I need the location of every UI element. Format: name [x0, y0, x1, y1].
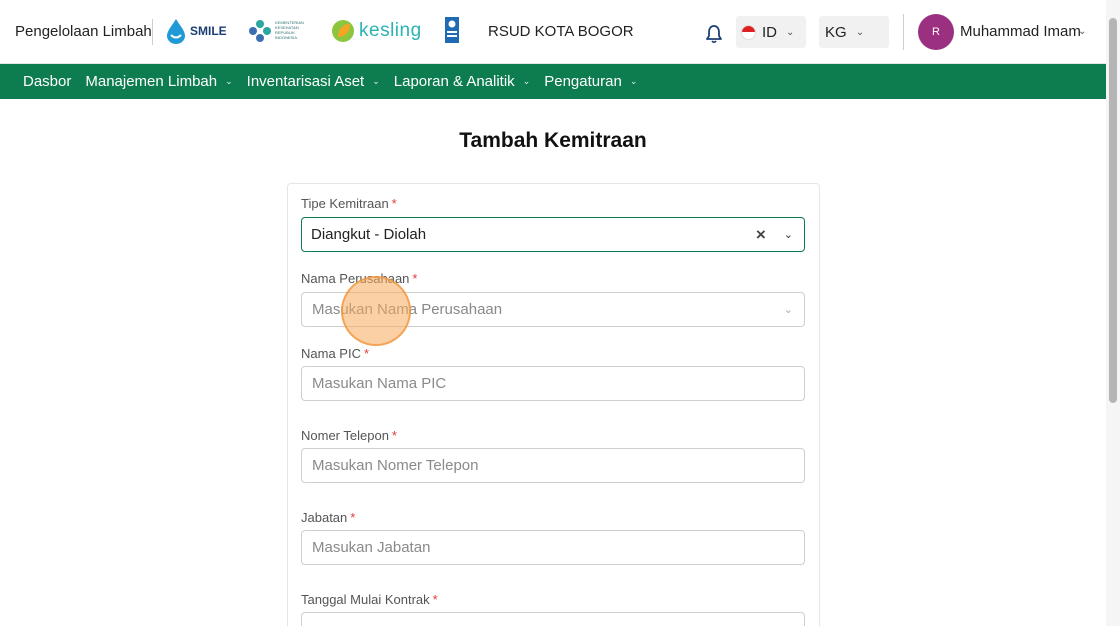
required-mark: *	[432, 592, 438, 607]
field-label-text: Tipe Kemitraan	[301, 196, 389, 211]
unit-value: KG	[825, 23, 847, 41]
required-mark: *	[391, 196, 397, 211]
avatar[interactable]: R	[918, 14, 954, 50]
tipe-kemitraan-label: Tipe Kemitraan *	[301, 196, 397, 211]
nav-item-label: Inventarisasi Aset	[246, 73, 365, 90]
nav-item-label: Pengaturan	[544, 73, 622, 90]
chevron-down-icon: ⌄	[855, 26, 865, 38]
nama-pic-input[interactable]: Masukan Nama PIC	[301, 366, 805, 401]
tanggal-mulai-kontrak-label: Tanggal Mulai Kontrak *	[301, 592, 438, 607]
tipe-kemitraan-value: Diangkut - Diolah	[311, 226, 427, 243]
jabatan-label: Jabatan *	[301, 510, 355, 525]
field-label-text: Tanggal Mulai Kontrak	[301, 592, 430, 607]
nama-perusahaan-label: Nama Perusahaan *	[301, 271, 417, 286]
tipe-kemitraan-select[interactable]: Diangkut - Diolah × ⌄	[301, 217, 805, 252]
language-value: ID	[762, 23, 777, 41]
undp-emblem-icon	[445, 17, 459, 43]
chevron-down-icon: ⌄	[522, 76, 531, 86]
kemkes-logo: Kementerian Kesehatan Republik Indonesia	[248, 19, 305, 43]
chevron-down-icon: ⌄	[629, 76, 638, 86]
nav-item-label: Manajemen Limbah	[85, 73, 218, 90]
user-menu-chevron-icon[interactable]: ⌄	[1078, 26, 1086, 37]
field-label-text: Nomer Telepon	[301, 428, 389, 443]
language-selector[interactable]: ID ⌄	[736, 16, 806, 48]
nav-item-label: Laporan & Analitik	[393, 73, 515, 90]
kesling-logo: kesling	[331, 18, 422, 44]
app-brand[interactable]: Pengelolaan Limbah	[15, 23, 152, 40]
nama-pic-placeholder: Masukan Nama PIC	[312, 375, 447, 392]
notification-bell-icon[interactable]	[705, 24, 723, 44]
smile-drop-icon	[167, 19, 185, 44]
top-header: Pengelolaan Limbah SMILE Kementerian Kes…	[0, 0, 1106, 64]
unit-selector[interactable]: KG ⌄	[819, 16, 889, 48]
smile-logo: SMILE	[165, 18, 227, 44]
chevron-down-icon[interactable]: ⌄	[784, 303, 793, 316]
nav-item-inventarisasi-aset[interactable]: Inventarisasi Aset ⌄	[247, 73, 380, 90]
header-divider	[152, 19, 153, 45]
nama-pic-label: Nama PIC *	[301, 346, 369, 361]
main-navigation: Dasbor Manajemen Limbah ⌄ Inventarisasi …	[0, 64, 1106, 99]
nomer-telepon-input[interactable]: Masukan Nomer Telepon	[301, 448, 805, 483]
required-mark: *	[350, 510, 356, 525]
header-divider	[903, 14, 904, 50]
nav-item-laporan-analitik[interactable]: Laporan & Analitik ⌄	[394, 73, 530, 90]
chevron-down-icon: ⌄	[786, 26, 795, 38]
chevron-down-icon: ⌄	[225, 76, 233, 86]
jabatan-placeholder: Masukan Jabatan	[312, 539, 431, 556]
clear-icon[interactable]: ×	[756, 225, 766, 245]
nomer-telepon-label: Nomer Telepon *	[301, 428, 397, 443]
jabatan-input[interactable]: Masukan Jabatan	[301, 530, 805, 565]
nomer-telepon-placeholder: Masukan Nomer Telepon	[312, 457, 479, 474]
required-mark: *	[412, 271, 418, 286]
user-name[interactable]: Muhammad Imam	[960, 23, 1081, 40]
nav-item-manajemen-limbah[interactable]: Manajemen Limbah ⌄	[85, 73, 232, 90]
kesling-logo-text: kesling	[359, 20, 422, 41]
undp-logo	[445, 17, 459, 43]
kemkes-logo-text: Kementerian Kesehatan Republik Indonesia	[275, 20, 304, 40]
tanggal-mulai-kontrak-input[interactable]	[301, 612, 805, 626]
kemkes-emblem-icon	[249, 20, 271, 42]
nama-perusahaan-placeholder: Masukan Nama Perusahaan	[312, 301, 503, 318]
nav-item-pengaturan[interactable]: Pengaturan ⌄	[544, 73, 637, 90]
field-label-text: Jabatan	[301, 510, 348, 525]
required-mark: *	[363, 346, 370, 361]
kesling-leaf-icon	[332, 20, 354, 42]
page-scrollbar-thumb[interactable]	[1109, 18, 1117, 403]
chevron-down-icon[interactable]: ⌄	[784, 228, 793, 241]
nav-item-label: Dasbor	[23, 73, 72, 90]
smile-logo-text: SMILE	[190, 24, 227, 38]
chevron-down-icon: ⌄	[372, 76, 380, 86]
field-label-text: Nama Perusahaan	[301, 271, 410, 286]
nav-item-dasbor[interactable]: Dasbor	[23, 73, 71, 90]
required-mark: *	[391, 428, 397, 443]
indonesia-flag-icon	[741, 24, 756, 40]
nama-perusahaan-select[interactable]: Masukan Nama Perusahaan ⌄	[301, 292, 805, 327]
page-title: Tambah Kemitraan	[459, 129, 647, 152]
hospital-name: RSUD KOTA BOGOR	[488, 23, 634, 40]
field-label-text: Nama PIC	[301, 346, 361, 361]
